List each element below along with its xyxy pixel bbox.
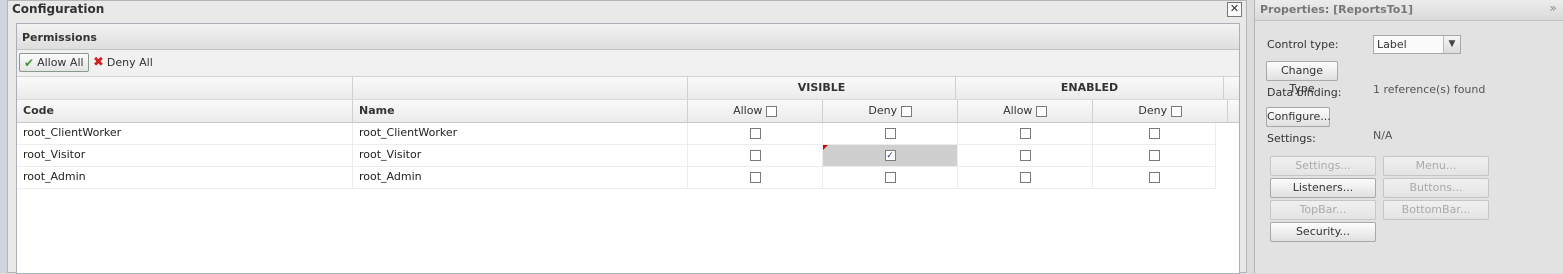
cross-icon: ✖ — [93, 55, 104, 70]
row-name: root_ClientWorker — [353, 123, 688, 144]
row-name: root_Admin — [353, 167, 688, 188]
header-spacer-code — [17, 77, 353, 99]
topbar-button[interactable]: TopBar... — [1270, 200, 1376, 220]
column-header-enabled-allow[interactable]: Allow — [958, 100, 1093, 122]
settings-label: Settings: — [1267, 132, 1316, 145]
cell-visible-allow — [688, 145, 823, 166]
enabled-allow-label: Allow — [1003, 104, 1033, 117]
deny-all-button[interactable]: ✖ Deny All — [89, 53, 157, 72]
visible-deny-checkbox[interactable] — [884, 171, 896, 183]
cell-visible-allow — [688, 167, 823, 188]
allow-all-label: Allow All — [37, 56, 84, 69]
enabled-deny-checkbox[interactable] — [1148, 127, 1160, 139]
dirty-marker-icon — [823, 145, 828, 150]
visible-group-header: VISIBLE — [688, 77, 956, 99]
chevron-down-icon[interactable]: ▼ — [1443, 36, 1460, 53]
deny-all-label: Deny All — [106, 56, 153, 69]
allow-all-button[interactable]: ✔ Allow All — [19, 53, 89, 72]
cell-visible-deny — [823, 123, 958, 144]
visible-deny-header-checkbox[interactable] — [900, 105, 912, 117]
cell-enabled-deny — [1093, 145, 1216, 166]
permissions-toolbar: ✔ Allow All ✖ Deny All — [17, 50, 1239, 77]
visible-deny-checkbox[interactable] — [884, 149, 896, 161]
control-type-label: Control type: — [1267, 38, 1339, 51]
enabled-group-header: ENABLED — [956, 77, 1224, 99]
enabled-allow-header-checkbox[interactable] — [1035, 105, 1047, 117]
settings-value: N/A — [1373, 129, 1393, 142]
enabled-deny-checkbox[interactable] — [1148, 171, 1160, 183]
security-button[interactable]: Security... — [1270, 222, 1376, 242]
cell-visible-deny — [823, 167, 958, 188]
buttons-button[interactable]: Buttons... — [1383, 178, 1489, 198]
permissions-grid: VISIBLE ENABLED Code Name Allow Deny All… — [17, 77, 1239, 189]
permissions-header: Permissions — [17, 24, 1239, 50]
cell-enabled-allow — [958, 167, 1093, 188]
properties-panel: Properties: [ReportsTo1] » Control type:… — [1254, 0, 1563, 273]
collapse-icon[interactable]: » — [1547, 1, 1559, 15]
visible-allow-header-checkbox[interactable] — [765, 105, 777, 117]
permissions-panel: Permissions ✔ Allow All ✖ Deny All VISIB… — [16, 23, 1240, 274]
visible-allow-checkbox[interactable] — [749, 171, 761, 183]
group-header-row: VISIBLE ENABLED — [17, 77, 1239, 100]
properties-header: Properties: [ReportsTo1] » — [1255, 0, 1563, 21]
configure-button[interactable]: Configure... — [1266, 107, 1331, 127]
data-binding-value: 1 reference(s) found — [1373, 83, 1486, 96]
column-header-code[interactable]: Code — [17, 100, 353, 122]
visible-deny-checkbox[interactable] — [884, 127, 896, 139]
enabled-allow-checkbox[interactable] — [1019, 127, 1031, 139]
cell-visible-deny — [823, 145, 958, 166]
column-header-visible-deny[interactable]: Deny — [823, 100, 958, 122]
header-spacer-name — [353, 77, 688, 99]
visible-deny-label: Deny — [868, 104, 898, 117]
enabled-allow-checkbox[interactable] — [1019, 149, 1031, 161]
control-type-value: Label — [1377, 38, 1407, 51]
data-binding-label: Data binding: — [1267, 86, 1342, 99]
change-type-button[interactable]: Change Type — [1266, 61, 1338, 95]
bottombar-button[interactable]: BottomBar... — [1383, 200, 1489, 220]
dialog-title: Configuration — [12, 2, 105, 16]
visible-allow-label: Allow — [733, 104, 763, 117]
visible-allow-checkbox[interactable] — [749, 149, 761, 161]
table-row[interactable]: root_Admin root_Admin — [17, 167, 1216, 189]
visible-allow-checkbox[interactable] — [749, 127, 761, 139]
properties-title: Properties: [ReportsTo1] — [1260, 3, 1413, 16]
column-header-visible-allow[interactable]: Allow — [688, 100, 823, 122]
listeners-button[interactable]: Listeners... — [1270, 178, 1376, 198]
control-type-select[interactable]: Label ▼ — [1373, 35, 1461, 54]
enabled-deny-header-checkbox[interactable] — [1170, 105, 1182, 117]
row-code: root_Visitor — [17, 145, 353, 166]
row-code: root_ClientWorker — [17, 123, 353, 144]
row-code: root_Admin — [17, 167, 353, 188]
enabled-deny-checkbox[interactable] — [1148, 149, 1160, 161]
cell-enabled-allow — [958, 145, 1093, 166]
cell-visible-allow — [688, 123, 823, 144]
checkmark-icon: ✔ — [24, 55, 35, 70]
close-icon[interactable]: ✕ — [1227, 2, 1242, 17]
configuration-dialog: Configuration ✕ Permissions ✔ Allow All … — [7, 0, 1247, 274]
table-row[interactable]: root_Visitor root_Visitor — [17, 145, 1216, 167]
menu-button[interactable]: Menu... — [1383, 156, 1489, 176]
cell-enabled-deny — [1093, 123, 1216, 144]
enabled-deny-label: Deny — [1138, 104, 1168, 117]
column-header-name[interactable]: Name — [353, 100, 688, 122]
cell-enabled-deny — [1093, 167, 1216, 188]
row-name: root_Visitor — [353, 145, 688, 166]
permissions-title: Permissions — [22, 31, 97, 44]
settings-button[interactable]: Settings... — [1270, 156, 1376, 176]
enabled-allow-checkbox[interactable] — [1019, 171, 1031, 183]
column-header-row: Code Name Allow Deny Allow Deny — [17, 100, 1239, 123]
table-row[interactable]: root_ClientWorker root_ClientWorker — [17, 123, 1216, 145]
cell-enabled-allow — [958, 123, 1093, 144]
column-header-enabled-deny[interactable]: Deny — [1093, 100, 1228, 122]
